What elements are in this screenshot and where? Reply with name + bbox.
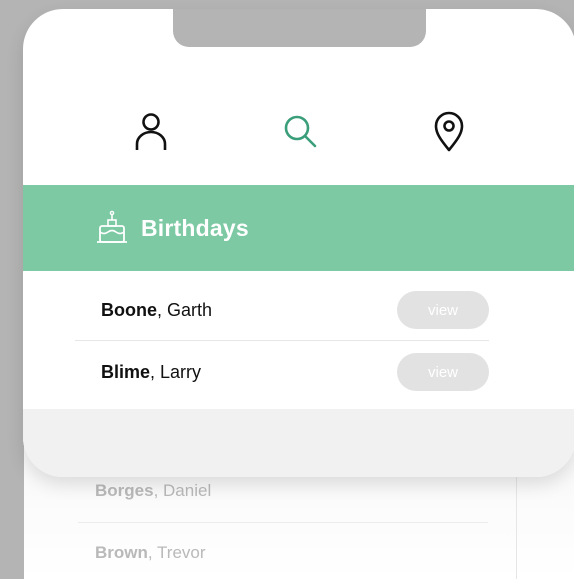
- contact-last-name: Borges: [95, 481, 154, 500]
- device-notch: [173, 9, 426, 47]
- top-nav: [23, 104, 574, 164]
- phone-card: Birthdays Boone, Garth view Blime, Larry…: [23, 9, 574, 477]
- birthday-list: Boone, Garth view Blime, Larry view: [23, 271, 574, 409]
- contact-name: Boone, Garth: [101, 300, 397, 321]
- contact-first-name: , Trevor: [147, 543, 206, 562]
- background-list-item[interactable]: Brown, Trevor: [95, 543, 206, 563]
- search-icon[interactable]: [276, 104, 324, 160]
- birthday-list-item[interactable]: Boone, Garth view: [75, 279, 489, 341]
- background-list-item[interactable]: Borges, Daniel: [95, 481, 211, 501]
- contact-name: Blime, Larry: [101, 362, 397, 383]
- card-footer: [23, 409, 574, 477]
- contact-last-name: Blime: [101, 361, 151, 382]
- screen: Borges, Daniel Brown, Trevor Birthdays B…: [0, 0, 574, 579]
- birthdays-header: Birthdays: [23, 185, 574, 271]
- background-divider: [516, 460, 517, 579]
- view-button[interactable]: view: [397, 291, 489, 329]
- contact-last-name: Brown: [95, 543, 148, 562]
- view-button[interactable]: view: [397, 353, 489, 391]
- location-pin-icon[interactable]: [425, 104, 473, 160]
- contact-first-name: , Garth: [157, 299, 213, 320]
- person-icon[interactable]: [127, 104, 175, 160]
- section-title: Birthdays: [141, 214, 249, 241]
- contact-first-name: , Daniel: [153, 481, 212, 500]
- background-row-divider: [78, 522, 488, 523]
- birthday-list-item[interactable]: Blime, Larry view: [75, 341, 489, 403]
- contact-last-name: Boone: [101, 299, 157, 320]
- birthday-cake-icon: [95, 208, 129, 248]
- contact-first-name: , Larry: [150, 361, 202, 382]
